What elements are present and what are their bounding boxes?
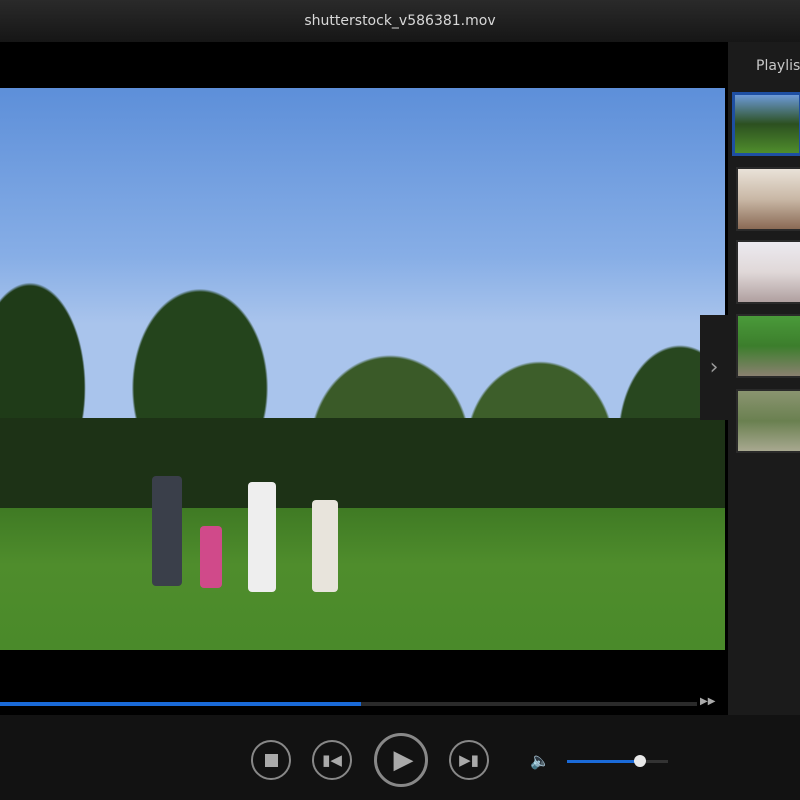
window-title: shutterstock_v586381.mov	[304, 13, 496, 29]
seek-bar-fill	[0, 702, 362, 706]
chevron-right-icon: ›	[709, 355, 719, 380]
stop-button[interactable]	[251, 740, 291, 780]
playlist-item-rocks-grass[interactable]	[736, 389, 800, 453]
playlist-item-fitness-woman[interactable]	[736, 240, 800, 304]
seek-bar[interactable]	[0, 702, 697, 706]
video-person	[312, 500, 338, 592]
video-stage[interactable]	[0, 42, 728, 715]
video-treeline	[0, 418, 725, 518]
next-button[interactable]: ▶▮	[449, 740, 489, 780]
playlist-item-grass-lying[interactable]	[736, 314, 800, 378]
control-bar: ▮◀ ▶ ▶▮ 🔈	[0, 715, 800, 800]
play-button[interactable]: ▶	[374, 733, 428, 787]
previous-button[interactable]: ▮◀	[312, 740, 352, 780]
playlist-toggle-button[interactable]: ›	[700, 315, 728, 420]
volume-slider[interactable]	[567, 755, 668, 767]
title-bar: shutterstock_v586381.mov	[0, 0, 800, 42]
video-person	[152, 476, 182, 586]
playlist-title: Playlist	[756, 58, 800, 74]
playlist-item-baby[interactable]	[736, 167, 800, 231]
fast-forward-icon[interactable]: ▶▶	[700, 696, 715, 707]
next-icon: ▶▮	[459, 751, 479, 769]
playlist-sidebar: Playlist	[728, 42, 800, 715]
play-icon: ▶	[393, 745, 414, 775]
speaker-icon[interactable]: 🔈	[530, 751, 550, 770]
stop-icon	[264, 753, 278, 767]
playlist-item-park-family[interactable]	[732, 92, 800, 156]
video-person	[200, 526, 222, 588]
video-person	[248, 482, 276, 592]
video-grass	[0, 508, 725, 650]
previous-icon: ▮◀	[322, 751, 342, 769]
video-frame[interactable]	[0, 88, 725, 650]
volume-fill	[567, 760, 640, 763]
volume-knob[interactable]	[633, 755, 646, 767]
